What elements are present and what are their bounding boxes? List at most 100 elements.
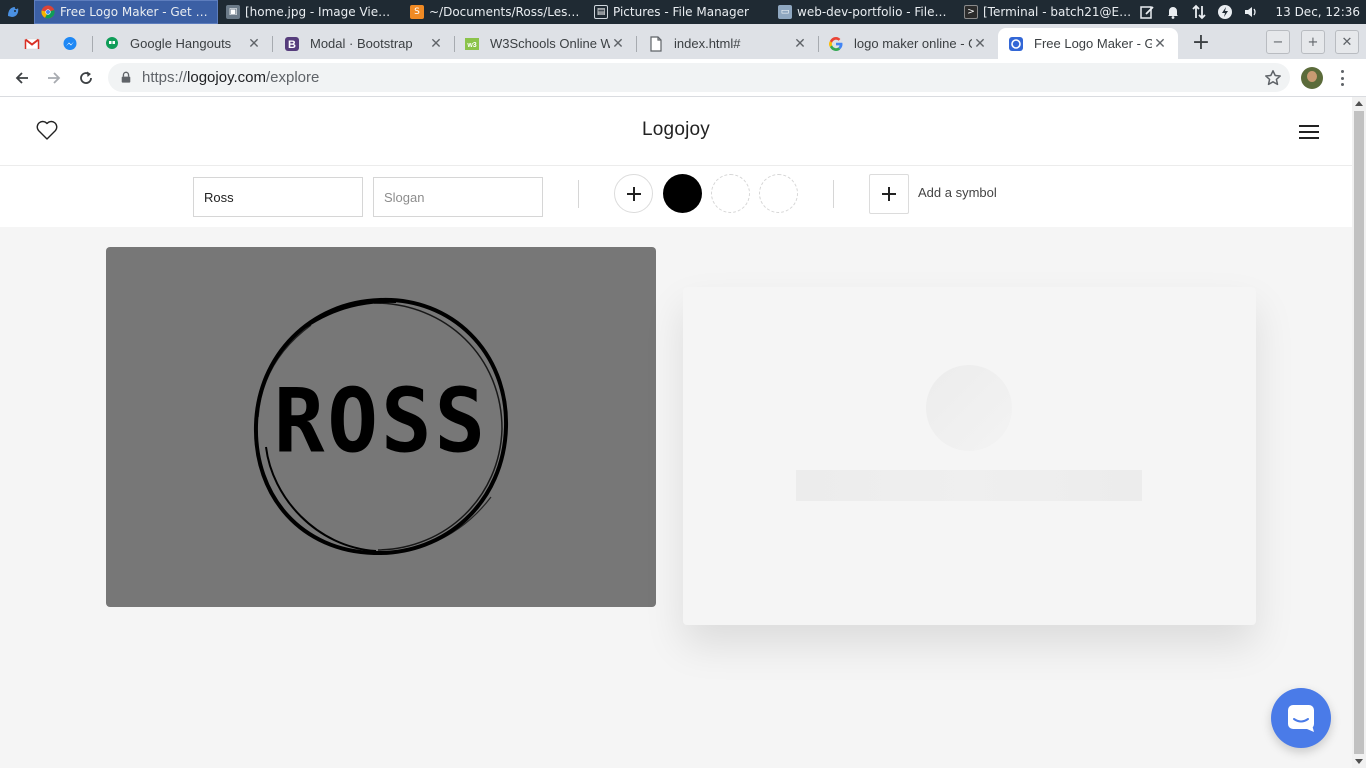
company-name-input[interactable] bbox=[193, 177, 363, 217]
close-icon[interactable]: ✕ bbox=[972, 35, 988, 52]
profile-avatar[interactable] bbox=[1301, 67, 1323, 89]
network-arrows-icon[interactable] bbox=[1191, 4, 1207, 20]
placeholder-symbol bbox=[926, 365, 1012, 451]
taskbar-item-sublime[interactable]: S ~/Documents/Ross/Lesso... bbox=[404, 0, 586, 24]
tab-separator bbox=[272, 36, 273, 52]
hamburger-menu-icon[interactable] bbox=[1299, 125, 1319, 139]
close-window-button[interactable]: ✕ bbox=[1335, 30, 1359, 54]
taskbar-item-label: Pictures - File Manager bbox=[613, 5, 749, 19]
browser-menu-icon[interactable] bbox=[1336, 68, 1348, 88]
taskbar-item-terminal[interactable]: > [Terminal - batch21@ENZ... bbox=[958, 0, 1140, 24]
color-swatch-black[interactable] bbox=[663, 174, 702, 213]
tab-separator bbox=[92, 36, 93, 52]
page-scrollbar[interactable] bbox=[1352, 97, 1366, 768]
tab-gmail[interactable] bbox=[14, 28, 54, 59]
add-color-button[interactable] bbox=[614, 174, 653, 213]
add-symbol-button[interactable] bbox=[869, 174, 909, 214]
power-icon[interactable] bbox=[1217, 4, 1233, 20]
browser-tab-strip: Google Hangouts ✕ B Modal · Bootstrap ✕ … bbox=[0, 24, 1366, 59]
divider bbox=[578, 180, 579, 208]
terminal-icon: > bbox=[964, 5, 978, 19]
address-bar[interactable]: https://logojoy.com/explore bbox=[108, 63, 1290, 92]
document-icon bbox=[648, 35, 664, 52]
close-icon[interactable]: ✕ bbox=[1152, 35, 1168, 52]
scroll-down-arrow-icon[interactable] bbox=[1355, 759, 1363, 764]
tab-label: W3Schools Online We bbox=[490, 36, 610, 51]
file-manager-icon: ▤ bbox=[594, 5, 608, 19]
brand-logo[interactable]: Logojoy bbox=[0, 119, 1352, 141]
logojoy-explore-page: Logojoy Add a symbol ROSS bbox=[0, 97, 1352, 768]
slogan-input[interactable] bbox=[373, 177, 543, 217]
forward-button[interactable] bbox=[42, 66, 66, 90]
clock[interactable]: 13 Dec, 12:36 bbox=[1275, 5, 1360, 19]
close-icon[interactable]: ✕ bbox=[792, 35, 808, 52]
taskbar-item-label: ~/Documents/Ross/Lesso... bbox=[429, 5, 580, 19]
reload-button[interactable] bbox=[74, 66, 98, 90]
divider bbox=[833, 180, 834, 208]
svg-text:w3: w3 bbox=[466, 42, 476, 49]
tab-messenger[interactable] bbox=[52, 28, 92, 59]
plus-icon bbox=[882, 187, 896, 201]
taskbar-item-folder[interactable]: ▭ web-dev-portfolio - File M... bbox=[772, 0, 954, 24]
chat-icon bbox=[1288, 705, 1314, 732]
tab-bootstrap-modal[interactable]: B Modal · Bootstrap ✕ bbox=[274, 28, 454, 59]
scrollbar-thumb[interactable] bbox=[1354, 111, 1364, 754]
maximize-button[interactable]: + bbox=[1301, 30, 1325, 54]
chat-widget-button[interactable] bbox=[1271, 688, 1331, 748]
placeholder-text-bar bbox=[796, 470, 1142, 501]
taskbar-item-file-manager[interactable]: ▤ Pictures - File Manager bbox=[588, 0, 770, 24]
app-menu-icon[interactable] bbox=[0, 0, 26, 24]
logojoy-icon bbox=[1008, 36, 1024, 52]
browser-toolbar: https://logojoy.com/explore bbox=[0, 59, 1366, 97]
tab-label: index.html# bbox=[674, 36, 741, 51]
tab-separator bbox=[636, 36, 637, 52]
bell-icon[interactable] bbox=[1165, 4, 1181, 20]
notes-icon[interactable] bbox=[1139, 4, 1155, 20]
os-taskbar: Free Logo Maker - Get Cu... ▣ [home.jpg … bbox=[0, 0, 1366, 24]
color-swatch-empty[interactable] bbox=[759, 174, 798, 213]
bootstrap-icon: B bbox=[284, 36, 300, 52]
taskbar-item-chrome[interactable]: Free Logo Maker - Get Cu... bbox=[34, 0, 218, 24]
tab-google-search[interactable]: logo maker online - G ✕ bbox=[818, 28, 998, 59]
forward-arrow-icon bbox=[48, 72, 61, 84]
tab-label: Free Logo Maker - Ge bbox=[1034, 36, 1152, 51]
google-icon bbox=[828, 36, 844, 52]
sublime-text-icon: S bbox=[410, 5, 424, 19]
plus-icon bbox=[626, 186, 641, 201]
volume-icon[interactable] bbox=[1243, 4, 1259, 20]
close-icon[interactable]: ✕ bbox=[428, 35, 444, 52]
loading-placeholder-card bbox=[683, 287, 1256, 625]
system-tray: 13 Dec, 12:36 bbox=[1139, 0, 1366, 24]
taskbar-item-image-viewer[interactable]: ▣ [home.jpg - Image Viewer ... bbox=[220, 0, 402, 24]
tab-google-hangouts[interactable]: Google Hangouts ✕ bbox=[94, 28, 272, 59]
close-icon[interactable]: ✕ bbox=[610, 35, 626, 52]
svg-text:B: B bbox=[288, 39, 296, 51]
url-host: logojoy.com bbox=[187, 69, 266, 86]
tab-label: Modal · Bootstrap bbox=[310, 36, 413, 51]
taskbar-item-label: Free Logo Maker - Get Cu... bbox=[60, 5, 211, 19]
site-header: Logojoy bbox=[0, 97, 1352, 166]
back-button[interactable] bbox=[10, 66, 34, 90]
taskbar-item-label: [home.jpg - Image Viewer ... bbox=[245, 5, 396, 19]
taskbar-item-label: web-dev-portfolio - File M... bbox=[797, 5, 948, 19]
color-swatch-empty[interactable] bbox=[711, 174, 750, 213]
scroll-up-arrow-icon[interactable] bbox=[1355, 101, 1363, 106]
new-tab-button[interactable]: + bbox=[1188, 30, 1214, 55]
logo-wordmark: ROSS bbox=[273, 369, 489, 473]
bookmark-star-icon[interactable] bbox=[1264, 69, 1282, 87]
add-symbol-label[interactable]: Add a symbol bbox=[918, 185, 997, 200]
chrome-icon bbox=[41, 5, 55, 19]
close-icon[interactable]: ✕ bbox=[246, 35, 262, 52]
messenger-icon bbox=[62, 36, 78, 52]
w3schools-icon: w3 bbox=[464, 36, 480, 52]
hangouts-icon bbox=[104, 36, 120, 52]
gmail-icon bbox=[24, 36, 40, 52]
logo-preview-card[interactable]: ROSS bbox=[106, 247, 656, 607]
image-viewer-icon: ▣ bbox=[226, 5, 240, 19]
minimize-button[interactable]: − bbox=[1266, 30, 1290, 54]
tab-index-html[interactable]: index.html# ✕ bbox=[638, 28, 818, 59]
tab-logojoy-active[interactable]: Free Logo Maker - Ge ✕ bbox=[998, 28, 1178, 59]
lock-icon bbox=[120, 71, 134, 85]
tab-w3schools[interactable]: w3 W3Schools Online We ✕ bbox=[454, 28, 636, 59]
tab-label: logo maker online - G bbox=[854, 36, 972, 51]
